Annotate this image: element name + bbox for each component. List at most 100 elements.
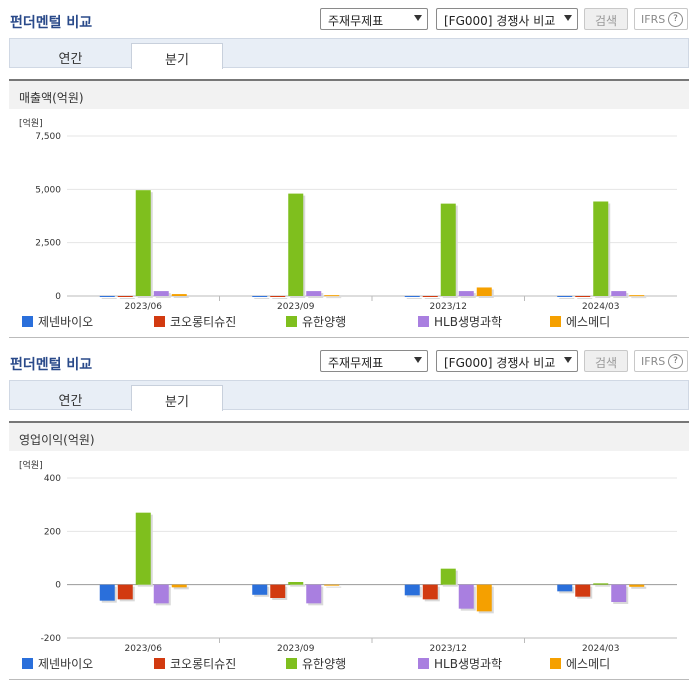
help-icon[interactable]: ? xyxy=(668,12,683,27)
period-tabs: 연간 분기 xyxy=(9,38,689,69)
bar xyxy=(252,584,268,595)
bar-shadow xyxy=(326,586,342,588)
legend-swatch xyxy=(154,316,165,327)
bar xyxy=(575,296,591,297)
legend-item[interactable]: 제넨바이오 xyxy=(22,313,93,330)
x-tick-label: 2024/03 xyxy=(582,644,619,654)
legend-label: 제넨바이오 xyxy=(38,315,94,329)
bar-shadow xyxy=(254,297,270,299)
legend-item[interactable]: 에스메디 xyxy=(550,313,610,330)
statement-select[interactable]: 주재무제표 xyxy=(320,8,428,30)
bar xyxy=(458,291,474,296)
bar xyxy=(99,295,115,297)
legend-label: HLB생명과학 xyxy=(434,657,503,671)
legend-item[interactable]: 코오롱티슈진 xyxy=(154,655,236,672)
section-title: 펀더멘털 비교 xyxy=(10,15,93,31)
bar-shadow xyxy=(101,297,117,299)
legend-swatch xyxy=(286,316,297,327)
x-tick-label: 2023/12 xyxy=(430,644,467,654)
bar-shadow xyxy=(326,297,342,299)
bar xyxy=(422,296,438,297)
legend-item[interactable]: 유한양행 xyxy=(286,655,346,672)
ifrs-button[interactable]: IFRS ? xyxy=(634,350,688,372)
operating-profit-chart: [억원] -200 0 200 400 2023/06 2023/09 2023/12 2024… xyxy=(19,459,677,654)
bar-shadow xyxy=(173,296,189,298)
legend-swatch xyxy=(22,658,33,669)
ifrs-label: IFRS xyxy=(641,13,666,26)
bar xyxy=(557,295,573,297)
legend-swatch xyxy=(418,316,429,327)
compare-select[interactable]: [FG000] 경쟁사 비교 xyxy=(436,8,578,30)
chevron-down-icon xyxy=(414,357,422,363)
ifrs-button[interactable]: IFRS ? xyxy=(634,8,688,30)
bar xyxy=(324,295,340,297)
legend-item[interactable]: 에스메디 xyxy=(550,655,610,672)
bar xyxy=(306,291,322,296)
bar xyxy=(611,584,627,602)
bar-shadow xyxy=(559,297,575,299)
y-tick-label: 5,000 xyxy=(35,185,61,195)
legend-swatch xyxy=(154,658,165,669)
legend-item[interactable]: 제넨바이오 xyxy=(22,655,93,672)
chart-subhead: 매출액(억원) xyxy=(9,79,689,109)
search-button[interactable]: 검색 xyxy=(584,8,628,30)
chart-legend: 제넨바이오 코오롱티슈진 유한양행 HLB생명과학 에스메디 xyxy=(22,313,682,329)
chevron-down-icon xyxy=(564,357,572,363)
chevron-down-icon xyxy=(414,15,422,21)
bar xyxy=(404,295,420,297)
bar xyxy=(404,584,420,596)
legend-item[interactable]: 코오롱티슈진 xyxy=(154,313,236,330)
bar xyxy=(270,584,286,598)
legend-swatch xyxy=(550,316,561,327)
bar xyxy=(270,296,286,297)
y-tick-label: 400 xyxy=(44,474,61,484)
legend-item[interactable]: 유한양행 xyxy=(286,313,346,330)
help-icon[interactable]: ? xyxy=(668,354,683,369)
search-button[interactable]: 검색 xyxy=(584,350,628,372)
y-tick-label: -200 xyxy=(41,634,62,644)
bar xyxy=(135,512,151,585)
bar xyxy=(171,294,187,296)
section-header: 펀더멘털 비교 주재무제표 [FG000] 경쟁사 비교 검색 IFRS ? xyxy=(0,342,696,380)
statement-select[interactable]: 주재무제표 xyxy=(320,350,428,372)
tab-annual[interactable]: 연간 xyxy=(10,385,131,411)
bar xyxy=(153,584,169,604)
bar xyxy=(153,291,169,296)
ifrs-label: IFRS xyxy=(641,355,666,368)
tab-quarterly[interactable]: 분기 xyxy=(131,385,223,411)
y-unit-label: [억원] xyxy=(19,459,43,471)
bar xyxy=(629,295,645,297)
legend-item[interactable]: HLB생명과학 xyxy=(418,655,502,672)
legend-label: 유한양행 xyxy=(302,657,347,671)
legend-swatch xyxy=(418,658,429,669)
tab-quarterly[interactable]: 분기 xyxy=(131,43,223,69)
x-tick-label: 2024/03 xyxy=(582,302,619,312)
legend-swatch xyxy=(550,658,561,669)
bar-shadow xyxy=(272,298,288,299)
bar xyxy=(593,201,609,296)
tab-annual[interactable]: 연간 xyxy=(10,43,131,69)
bar-shadow xyxy=(595,585,611,587)
bar xyxy=(476,287,492,296)
chart-area: [억원] -200 0 200 400 2023/06 2023/09 2023/12 2024… xyxy=(9,451,689,680)
chevron-down-icon xyxy=(564,15,572,21)
bar xyxy=(440,568,456,585)
legend-item[interactable]: HLB생명과학 xyxy=(418,313,502,330)
y-tick-label: 0 xyxy=(55,292,61,302)
revenue-chart: [억원] 0 2,500 5,000 7,500 2023/06 2023/09 2023/1… xyxy=(19,117,677,312)
legend-label: 에스메디 xyxy=(566,315,611,329)
legend-label: 코오롱티슈진 xyxy=(170,315,237,329)
period-tabs: 연간 분기 xyxy=(9,380,689,411)
chart-legend: 제넨바이오 코오롱티슈진 유한양행 HLB생명과학 에스메디 xyxy=(22,655,682,671)
bar-shadow xyxy=(577,298,593,299)
bar xyxy=(575,584,591,597)
bar xyxy=(440,203,456,296)
bar-shadow xyxy=(406,297,422,299)
legend-swatch xyxy=(22,316,33,327)
compare-select[interactable]: [FG000] 경쟁사 비교 xyxy=(436,350,578,372)
legend-label: 유한양행 xyxy=(302,315,347,329)
x-tick-label: 2023/06 xyxy=(125,644,163,654)
bar xyxy=(306,584,322,604)
bar xyxy=(288,193,304,296)
x-tick-label: 2023/09 xyxy=(277,644,315,654)
